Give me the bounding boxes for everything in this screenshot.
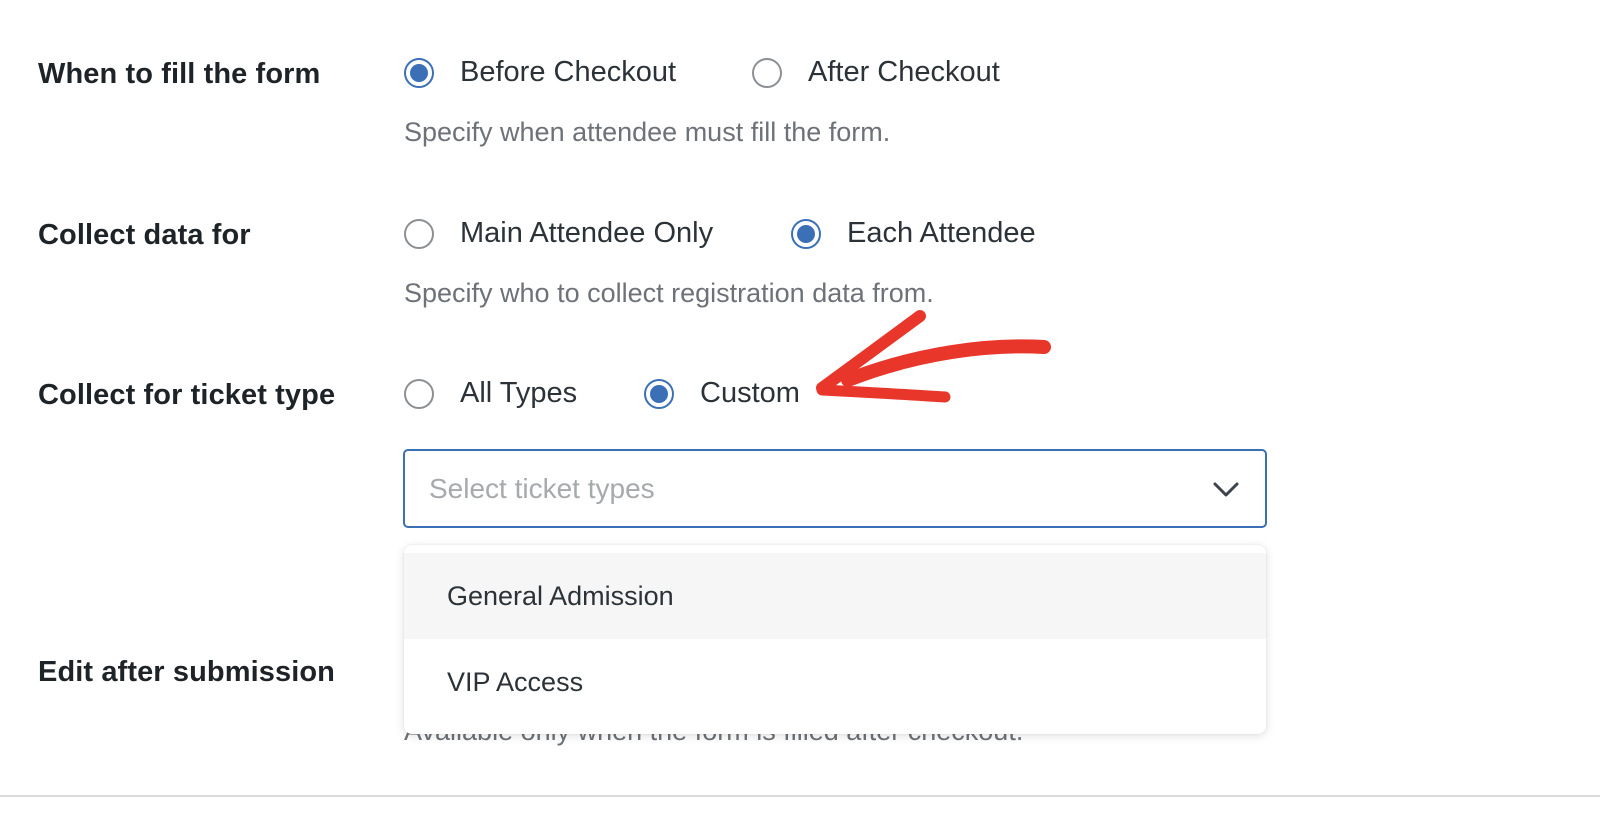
radio-main-attendee-only-label: Main Attendee Only	[460, 217, 714, 249]
radio-all-types-circle[interactable]	[404, 378, 434, 409]
radio-after-checkout[interactable]: After Checkout	[752, 56, 1000, 89]
chevron-down-icon[interactable]	[1211, 477, 1241, 501]
dropdown-option-general-admission[interactable]: General Admission	[404, 553, 1266, 639]
when-to-fill-help: Specify when attendee must fill the form…	[404, 117, 891, 147]
dropdown-option-vip-access[interactable]: VIP Access	[404, 639, 1266, 725]
radio-custom-label: Custom	[700, 377, 800, 409]
radio-each-attendee-label: Each Attendee	[847, 217, 1036, 249]
radio-after-checkout-circle[interactable]	[752, 57, 782, 88]
radio-custom-circle[interactable]	[644, 378, 674, 409]
radio-all-types[interactable]: All Types	[404, 377, 577, 410]
section-divider	[0, 795, 1600, 797]
radio-all-types-label: All Types	[460, 377, 578, 409]
radio-before-checkout-label: Before Checkout	[460, 56, 677, 88]
radio-after-checkout-label: After Checkout	[808, 56, 1000, 88]
ticket-type-label: Collect for ticket type	[38, 379, 336, 411]
red-arrow-annotation-icon	[816, 310, 1051, 403]
collect-data-for-label: Collect data for	[38, 219, 251, 251]
settings-form: When to fill the form Before Checkout Af…	[0, 0, 1600, 814]
radio-custom[interactable]: Custom	[644, 377, 800, 410]
when-to-fill-label: When to fill the form	[38, 58, 321, 90]
radio-before-checkout-circle[interactable]	[404, 57, 434, 88]
ticket-types-dropdown: General Admission VIP Access	[404, 545, 1266, 734]
edit-after-submission-label: Edit after submission	[38, 656, 335, 688]
radio-each-attendee-circle[interactable]	[791, 218, 821, 249]
radio-main-attendee-only-circle[interactable]	[404, 218, 434, 249]
ticket-types-select[interactable]: Select ticket types	[403, 449, 1267, 528]
radio-main-attendee-only[interactable]: Main Attendee Only	[404, 217, 713, 250]
radio-before-checkout[interactable]: Before Checkout	[404, 56, 676, 89]
radio-each-attendee[interactable]: Each Attendee	[791, 217, 1036, 250]
ticket-types-select-placeholder: Select ticket types	[429, 473, 655, 504]
